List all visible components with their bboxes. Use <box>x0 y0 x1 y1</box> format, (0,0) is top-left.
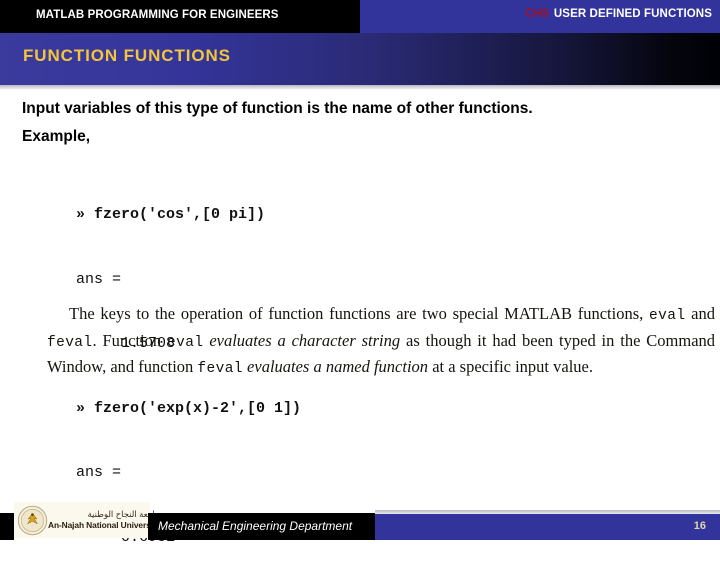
inline-code-eval-1: eval <box>649 308 686 324</box>
footer-left-sliver <box>0 513 14 540</box>
chapter-tag: CH5 <box>525 8 549 20</box>
paragraph-segment-3: . Function <box>92 330 168 350</box>
page-title: FUNCTION FUNCTIONS <box>23 46 231 65</box>
university-name-english: An-Najah National University <box>48 520 161 531</box>
university-logo: جامعة النجاح الوطنية An-Najah National U… <box>14 502 160 538</box>
paragraph-segment-7: at a specific input value. <box>428 357 593 377</box>
slide-title-band: FUNCTION FUNCTIONS <box>0 33 720 85</box>
paragraph-italic-2: evaluates a named function <box>247 357 429 377</box>
department-band: Mechanical Engineering Department <box>148 513 375 540</box>
scanned-textbook-paragraph: The keys to the operation of function fu… <box>47 302 715 382</box>
header-left-band: MATLAB PROGRAMMING FOR ENGINEERS <box>0 0 360 33</box>
code-line-command-1: » fzero('cos',[0 pi]) <box>76 206 266 223</box>
header-right-content: CH5 USER DEFINED FUNCTIONS <box>525 8 712 20</box>
body-text-line-1: Input variables of this type of function… <box>22 100 533 117</box>
section-title: USER DEFINED FUNCTIONS <box>553 8 712 20</box>
paragraph-italic-1: evaluates a character string <box>209 330 401 350</box>
code-line-ans-1: ans = <box>76 270 122 288</box>
code-line-ans-2: ans = <box>76 464 122 481</box>
course-title: MATLAB PROGRAMMING FOR ENGINEERS <box>36 9 279 21</box>
department-label: Mechanical Engineering Department <box>158 519 353 533</box>
inline-code-feval-2: feval <box>197 361 243 378</box>
university-name-arabic: جامعة النجاح الوطنية <box>87 509 161 520</box>
paragraph-segment-1: The keys to the operation of function fu… <box>69 304 650 323</box>
paragraph-segment-2: and <box>685 304 715 323</box>
body-text-line-2: Example, <box>22 128 91 145</box>
page-number: 16 <box>693 520 706 532</box>
footer-band <box>375 514 720 540</box>
code-line-command-2: » fzero('exp(x)-2',[0 1]) <box>76 399 302 417</box>
header-right-band: CH5 USER DEFINED FUNCTIONS <box>360 0 720 33</box>
university-seal-icon <box>17 505 48 536</box>
title-band-shadow <box>0 85 720 90</box>
slide-header: MATLAB PROGRAMMING FOR ENGINEERS CH5 USE… <box>0 0 720 33</box>
inline-code-eval-2: eval <box>167 334 204 351</box>
inline-code-feval-1: feval <box>47 334 93 351</box>
